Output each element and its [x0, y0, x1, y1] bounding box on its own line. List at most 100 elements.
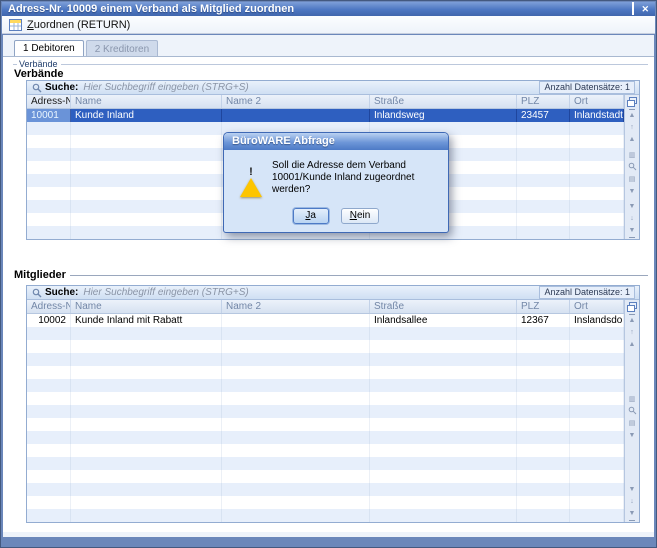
table-row-empty[interactable]: [27, 366, 624, 379]
filter-icon[interactable]: ▼: [629, 430, 636, 442]
col-strasse[interactable]: Straße: [370, 95, 517, 108]
bueroware-abfrage-dialog: BüroWARE Abfrage ! Soll die Adresse dem …: [223, 132, 449, 233]
col-plz[interactable]: PLZ: [517, 95, 570, 108]
cell-plz: 12367: [517, 314, 570, 327]
columns-icon[interactable]: ▥: [629, 394, 636, 406]
col-adress-nr[interactable]: Adress-Nr.: [27, 300, 71, 313]
verbaende-heading: Verbände: [14, 68, 64, 80]
step-up-icon[interactable]: ↑: [630, 122, 634, 134]
table-row-empty[interactable]: [27, 444, 624, 457]
col-adress-nr[interactable]: Adress-Nr.: [27, 95, 71, 108]
mitglieder-heading-row: Mitglieder: [14, 269, 648, 281]
table-row-empty[interactable]: [27, 509, 624, 522]
step-down-icon[interactable]: ↓: [630, 496, 634, 508]
go-first-icon[interactable]: ▲: [629, 314, 636, 327]
zuordnen-icon: [9, 19, 22, 31]
page-up-icon[interactable]: ▲: [629, 134, 636, 146]
tab-kreditoren[interactable]: 2 Kreditoren: [86, 40, 158, 56]
verbaende-header-row[interactable]: Adress-Nr. Name Name 2 Straße PLZ Ort: [27, 95, 624, 109]
col-ort[interactable]: Ort: [570, 95, 624, 108]
content-area: 1 Debitoren 2 Kreditoren Verbände Verbän…: [3, 35, 654, 537]
cell-name: Kunde Inland mit Rabatt: [71, 314, 222, 327]
col-name2[interactable]: Name 2: [222, 300, 370, 313]
search-strip-icon[interactable]: [628, 406, 637, 418]
col-ort[interactable]: Ort: [570, 300, 624, 313]
col-name[interactable]: Name: [71, 300, 222, 313]
go-last-icon[interactable]: ▼: [629, 225, 636, 238]
page-down-icon[interactable]: ▼: [629, 201, 636, 213]
restore-button[interactable]: [632, 4, 634, 14]
filter-icon[interactable]: ▼: [629, 186, 636, 198]
cell-ort: Inlandstadt: [570, 109, 624, 122]
table-row-empty[interactable]: [27, 405, 624, 418]
search-input[interactable]: Hier Suchbegriff eingeben (STRG+S): [83, 287, 539, 298]
mitglieder-grid: Adress-Nr. Name Name 2 Straße PLZ Ort 10…: [27, 300, 624, 522]
table-row-empty[interactable]: [27, 418, 624, 431]
search-icon: [32, 83, 42, 93]
table-row-empty[interactable]: [27, 470, 624, 483]
go-first-icon[interactable]: ▲: [629, 109, 636, 122]
table-row-empty[interactable]: [27, 340, 624, 353]
search-icon: [32, 288, 42, 298]
col-name2[interactable]: Name 2: [222, 95, 370, 108]
mitglieder-header-row[interactable]: Adress-Nr. Name Name 2 Straße PLZ Ort: [27, 300, 624, 314]
table-row-empty[interactable]: [27, 327, 624, 340]
mitglieder-searchbar[interactable]: Suche: Hier Suchbegriff eingeben (STRG+S…: [27, 286, 639, 300]
col-plz[interactable]: PLZ: [517, 300, 570, 313]
cell-plz: 23457: [517, 109, 570, 122]
tab-debitoren[interactable]: 1 Debitoren: [14, 40, 84, 56]
cell-name2: [222, 109, 370, 122]
page-down-icon[interactable]: ▼: [629, 484, 636, 496]
col-strasse[interactable]: Straße: [370, 300, 517, 313]
search-label: Suche:: [45, 82, 78, 93]
record-count-badge: Anzahl Datensätze: 1: [539, 286, 635, 299]
ja-button[interactable]: Ja: [293, 208, 329, 224]
verbaende-row-selected[interactable]: 10001 Kunde Inland Inlandsweg 23457 Inla…: [27, 109, 624, 122]
restore-icon: [632, 2, 634, 15]
window-title: Adress-Nr. 10009 einem Verband als Mitgl…: [8, 3, 625, 15]
list-icon[interactable]: ▤: [629, 418, 636, 430]
toolbar: Zuordnen (RETURN): [2, 16, 655, 34]
table-row-empty[interactable]: [27, 431, 624, 444]
mitglieder-row[interactable]: 10002 Kunde Inland mit Rabatt Inlandsall…: [27, 314, 624, 327]
table-row-empty[interactable]: [27, 392, 624, 405]
zuordnen-button[interactable]: Zuordnen (RETURN): [27, 19, 130, 31]
step-down-icon[interactable]: ↓: [630, 213, 634, 225]
copy-table-icon[interactable]: [627, 95, 637, 109]
dialog-titlebar[interactable]: BüroWARE Abfrage: [224, 133, 448, 150]
search-strip-icon[interactable]: [628, 162, 637, 174]
nein-button[interactable]: Nein: [341, 208, 380, 224]
verbaende-searchbar[interactable]: Suche: Hier Suchbegriff eingeben (STRG+S…: [27, 81, 639, 95]
warning-icon: !: [240, 161, 262, 180]
tab-bar: 1 Debitoren 2 Kreditoren: [14, 40, 160, 56]
close-button[interactable]: ✕: [641, 4, 649, 14]
record-count-badge: Anzahl Datensätze: 1: [539, 81, 635, 94]
mitglieder-heading: Mitglieder: [14, 269, 66, 281]
tab-page-debitoren: Verbände Verbände Suche: Hier Suchbegrif…: [3, 56, 654, 532]
table-row-empty[interactable]: [27, 483, 624, 496]
search-input[interactable]: Hier Suchbegriff eingeben (STRG+S): [83, 82, 539, 93]
search-label: Suche:: [45, 287, 78, 298]
application-window: Adress-Nr. 10009 einem Verband als Mitgl…: [0, 0, 657, 548]
columns-icon[interactable]: ▥: [629, 150, 636, 162]
page-up-icon[interactable]: ▲: [629, 339, 636, 351]
cell-strasse: Inlandsweg: [370, 109, 517, 122]
list-icon[interactable]: ▤: [629, 174, 636, 186]
verbaende-nav-strip: ▲ ↑ ▲ ▥ ▤ ▼: [624, 95, 639, 239]
mitglieder-nav-strip: ▲ ↑ ▲ ▥ ▤ ▼: [624, 300, 639, 522]
table-row-empty[interactable]: [27, 353, 624, 366]
step-up-icon[interactable]: ↑: [630, 327, 634, 339]
table-row-empty[interactable]: [27, 457, 624, 470]
verbaende-groupbox-legend: Verbände: [13, 59, 648, 69]
cell-adress-nr: 10001: [27, 109, 71, 122]
cell-name: Kunde Inland: [71, 109, 222, 122]
go-last-icon[interactable]: ▼: [629, 508, 636, 521]
table-row-empty[interactable]: [27, 496, 624, 509]
copy-table-icon[interactable]: [627, 300, 637, 314]
mitglieder-table: Suche: Hier Suchbegriff eingeben (STRG+S…: [26, 285, 640, 523]
cell-ort: Inslandsdorf: [570, 314, 624, 327]
col-name[interactable]: Name: [71, 95, 222, 108]
table-row-empty[interactable]: [27, 379, 624, 392]
cell-name2: [222, 314, 370, 327]
close-icon: ✕: [641, 4, 649, 14]
